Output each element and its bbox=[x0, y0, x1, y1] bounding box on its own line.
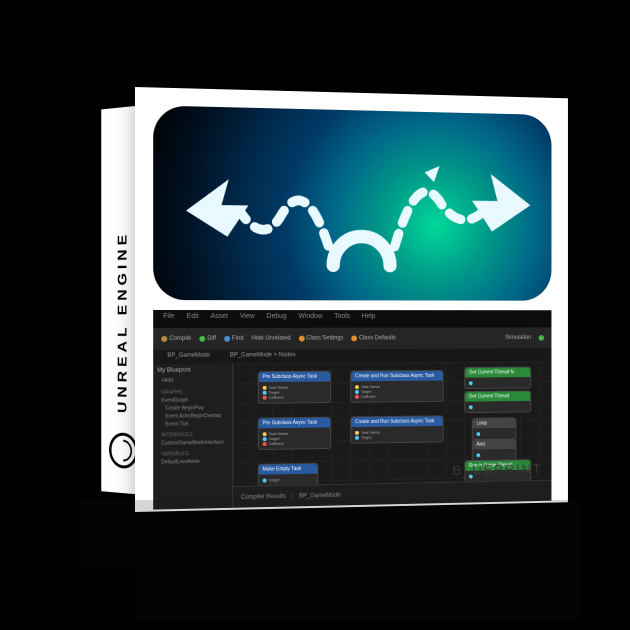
hero-graphic bbox=[153, 105, 551, 300]
spine-brand: UNREAL ENGINE bbox=[116, 230, 130, 413]
bp-node[interactable]: Get Current Thread N bbox=[464, 367, 531, 390]
box-front-cover: File Edit Asset View Debug Window Tools … bbox=[135, 87, 568, 512]
bp-node[interactable]: Create and Run Subclass Async Task Task … bbox=[350, 415, 443, 443]
bp-node[interactable]: Get Current Thread bbox=[464, 390, 531, 413]
simulation-button[interactable]: Simulation bbox=[505, 335, 531, 341]
tab-asset[interactable]: BP_GameMode bbox=[161, 352, 216, 362]
diff-icon bbox=[199, 336, 205, 342]
node-pins bbox=[473, 428, 516, 439]
my-blueprint-panel: My Blueprint +Add GRAPHS EventGraph Crea… bbox=[153, 363, 233, 509]
class-settings-button[interactable]: Class Settings bbox=[299, 335, 344, 341]
unreal-editor-screenshot: File Edit Asset View Debug Window Tools … bbox=[153, 310, 551, 510]
menu-tools[interactable]: Tools bbox=[334, 313, 350, 325]
compiler-status: BP_GameMode bbox=[299, 492, 340, 499]
compile-button[interactable]: Compile bbox=[161, 336, 191, 342]
node-pins: Task Name Target Callback bbox=[259, 427, 330, 449]
graph-item[interactable]: Event Tick bbox=[157, 420, 228, 429]
node-pins: Task Name Target bbox=[351, 426, 442, 443]
add-button[interactable]: +Add bbox=[157, 376, 228, 384]
find-icon bbox=[224, 336, 230, 342]
diff-button[interactable]: Diff bbox=[199, 336, 216, 342]
node-pins bbox=[473, 449, 516, 460]
node-title: Loop bbox=[473, 418, 516, 428]
tab-breadcrumb: BP_GameMode > Nodes bbox=[224, 351, 302, 361]
bounce-arrows-icon bbox=[153, 105, 551, 300]
node-pins bbox=[465, 401, 530, 412]
node-title: Pre Subclass Async Task bbox=[259, 372, 330, 382]
class-defaults-button[interactable]: Class Defaults bbox=[351, 335, 396, 341]
compile-icon bbox=[161, 336, 167, 342]
reflection bbox=[80, 500, 570, 620]
node-title: Get Current Thread N bbox=[465, 368, 530, 378]
node-pins: Task Name Target Callback bbox=[351, 381, 442, 402]
editor-toolbar: Compile Diff Find Hide Unrelated Class S… bbox=[153, 327, 551, 350]
node-pins bbox=[465, 377, 530, 388]
play-icon bbox=[539, 335, 545, 341]
menu-window[interactable]: Window bbox=[298, 313, 322, 325]
play-button[interactable] bbox=[539, 335, 545, 341]
panel-header: My Blueprint bbox=[157, 367, 228, 373]
menu-help[interactable]: Help bbox=[362, 313, 376, 325]
editor-body: My Blueprint +Add GRAPHS EventGraph Crea… bbox=[153, 362, 551, 510]
editor-menubar: File Edit Asset View Debug Window Tools … bbox=[153, 310, 551, 328]
bp-node[interactable]: Pre Subclass Async Task Task Name Target… bbox=[258, 371, 331, 404]
hide-button[interactable]: Hide Unrelated bbox=[251, 336, 290, 342]
blueprint-watermark: BLUEPRINT bbox=[452, 461, 542, 478]
gear-icon bbox=[299, 336, 305, 342]
gear-icon bbox=[351, 335, 357, 341]
menu-file[interactable]: File bbox=[163, 313, 174, 325]
menu-debug[interactable]: Debug bbox=[267, 313, 287, 325]
variable-item[interactable]: DefaultLevelNote bbox=[157, 457, 228, 466]
interface-item[interactable]: CustomGameModeInterface bbox=[157, 439, 228, 448]
find-button[interactable]: Find bbox=[224, 336, 243, 342]
unreal-logo-icon bbox=[109, 432, 138, 470]
bp-node[interactable]: Pre Subclass Async Task Task Name Target… bbox=[258, 417, 331, 450]
menu-view[interactable]: View bbox=[240, 313, 255, 325]
bp-node[interactable]: Loop bbox=[472, 417, 517, 440]
menu-asset[interactable]: Asset bbox=[211, 313, 228, 325]
bp-node[interactable]: Make Empty Task Target bbox=[258, 463, 319, 487]
bp-node[interactable]: Create and Run Subclass Async Task Task … bbox=[350, 370, 443, 403]
blueprint-graph[interactable]: Pre Subclass Async Task Task Name Target… bbox=[233, 362, 551, 508]
menu-edit[interactable]: Edit bbox=[187, 313, 199, 325]
node-pins: Task Name Target Callback bbox=[259, 381, 330, 402]
bp-node[interactable]: And bbox=[472, 438, 517, 461]
